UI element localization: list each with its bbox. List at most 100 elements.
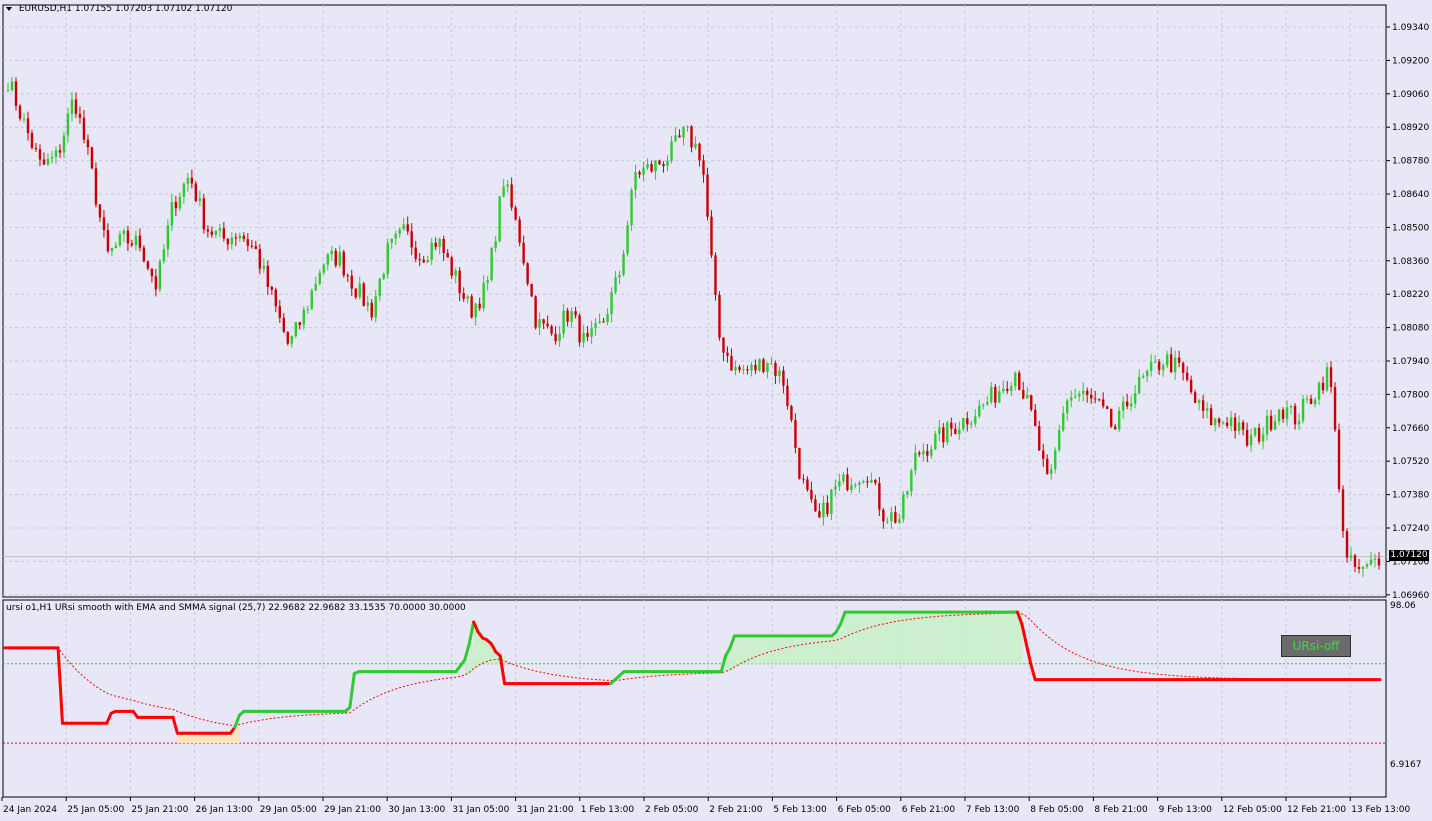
time-axis-label: 25 Jan 21:00 bbox=[131, 805, 188, 815]
price-axis-label: 1.09060 bbox=[1392, 90, 1429, 100]
candle-body bbox=[1297, 420, 1301, 425]
candle-body bbox=[406, 224, 409, 232]
indicator-fill bbox=[875, 612, 881, 664]
price-axis-label: 1.09340 bbox=[1392, 23, 1429, 33]
candle-body bbox=[674, 135, 677, 142]
indicator-fill bbox=[867, 612, 873, 664]
candle-body bbox=[86, 139, 90, 148]
dropdown-arrow-icon[interactable] bbox=[6, 6, 12, 11]
candle-body bbox=[330, 250, 333, 255]
candle-body bbox=[1153, 361, 1157, 363]
candle-body bbox=[1185, 372, 1189, 380]
indicator-fill bbox=[783, 635, 789, 664]
candle-body bbox=[162, 249, 166, 262]
candle-body bbox=[438, 238, 441, 247]
candle-body bbox=[1102, 399, 1105, 407]
indicator-fill bbox=[911, 612, 917, 664]
ursi-off-button[interactable]: URsi-off bbox=[1281, 635, 1351, 657]
indicator-fill bbox=[924, 612, 930, 664]
time-axis-label: 2 Feb 05:00 bbox=[645, 805, 699, 815]
candle-body bbox=[1285, 407, 1289, 419]
indicator-fill bbox=[906, 612, 912, 664]
candle-body bbox=[1337, 429, 1341, 490]
candle-body bbox=[618, 274, 621, 278]
candle-body bbox=[538, 319, 541, 328]
candle-body bbox=[658, 160, 661, 165]
indicator-fill bbox=[946, 612, 952, 664]
candle-body bbox=[1361, 566, 1365, 569]
indicator-fill bbox=[968, 612, 974, 664]
indicator-fill bbox=[734, 635, 740, 667]
candle-body bbox=[886, 521, 889, 523]
indicator-fill bbox=[730, 647, 736, 670]
time-axis-label: 8 Feb 21:00 bbox=[1094, 805, 1148, 815]
candle-body bbox=[570, 311, 573, 322]
current-price-tag: 1.07120 bbox=[1389, 550, 1429, 561]
candle-body bbox=[1253, 428, 1257, 436]
price-axis-label: 1.09200 bbox=[1392, 56, 1429, 66]
chart-canvas[interactable]: 1.09340 1.09200 1.09060 1.08920 1.08780 1.086… bbox=[0, 0, 1432, 821]
indicator-fill bbox=[964, 612, 970, 664]
candle-body bbox=[998, 391, 1001, 403]
candle-body bbox=[1038, 426, 1041, 451]
candle-body bbox=[154, 276, 158, 290]
candle-body bbox=[166, 225, 170, 250]
candle-body bbox=[770, 362, 773, 364]
candle-body bbox=[6, 90, 10, 92]
candle-body bbox=[1082, 390, 1085, 394]
candle-body bbox=[1113, 426, 1117, 430]
indicator-fill bbox=[871, 612, 877, 664]
indicator-fill bbox=[787, 635, 793, 664]
candle-body bbox=[1189, 379, 1193, 393]
time-axis-label: 2 Feb 21:00 bbox=[709, 805, 763, 815]
candle-body bbox=[582, 332, 585, 343]
candle-body bbox=[370, 302, 373, 318]
indicator-fill bbox=[893, 612, 899, 664]
candle-body bbox=[354, 288, 357, 298]
time-axis-label: 31 Jan 21:00 bbox=[517, 805, 574, 815]
candle-body bbox=[1109, 408, 1113, 427]
price-axis-label: 1.07800 bbox=[1392, 390, 1429, 400]
candle-body bbox=[158, 261, 162, 290]
time-axis-label: 26 Jan 13:00 bbox=[196, 805, 253, 815]
candle-body bbox=[66, 113, 70, 136]
candle-body bbox=[894, 512, 897, 523]
indicator-fill bbox=[955, 612, 961, 664]
candle-body bbox=[1042, 450, 1045, 459]
candle-body bbox=[1086, 390, 1089, 395]
candle-body bbox=[410, 231, 413, 248]
candle-body bbox=[430, 242, 433, 260]
candle-body bbox=[38, 149, 42, 160]
candle-body bbox=[222, 228, 226, 239]
candle-body bbox=[670, 141, 673, 161]
candle-body bbox=[26, 118, 30, 134]
candle-body bbox=[762, 359, 765, 372]
candle-body bbox=[1365, 564, 1369, 567]
candle-body bbox=[94, 168, 98, 205]
indicator-fill bbox=[959, 612, 965, 664]
indicator-fill bbox=[982, 612, 988, 664]
candle-body bbox=[42, 159, 46, 165]
time-axis-label: 9 Feb 13:00 bbox=[1159, 805, 1213, 815]
candle-body bbox=[1030, 395, 1033, 410]
indicator-fill bbox=[929, 612, 934, 664]
price-axis-label: 1.08920 bbox=[1392, 123, 1429, 133]
time-axis-label: 1 Feb 13:00 bbox=[581, 805, 635, 815]
price-axis-label: 1.08220 bbox=[1392, 290, 1429, 300]
candle-body bbox=[394, 233, 397, 239]
candle-body bbox=[398, 229, 401, 234]
indicator-fill bbox=[827, 635, 833, 664]
candle-body bbox=[58, 150, 62, 153]
candle-body bbox=[1018, 372, 1021, 390]
indicator-fill bbox=[752, 635, 758, 664]
candle-body bbox=[550, 326, 553, 334]
candle-body bbox=[958, 429, 961, 435]
candle-body bbox=[170, 202, 174, 226]
candle-body bbox=[294, 322, 297, 337]
candle-body bbox=[1201, 400, 1205, 411]
candle-body bbox=[1193, 392, 1197, 403]
candle-body bbox=[174, 202, 178, 209]
candle-body bbox=[590, 328, 593, 337]
candle-body bbox=[942, 427, 945, 443]
indicator-fill bbox=[765, 635, 771, 664]
